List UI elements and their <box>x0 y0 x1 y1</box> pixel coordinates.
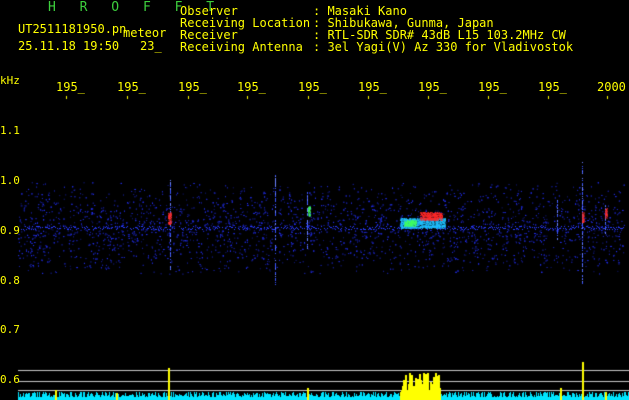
x-tick: 195_ <box>418 80 447 94</box>
y-axis-unit: kHz <box>0 74 20 87</box>
y-tick-1-0: 1.0 <box>0 174 20 187</box>
y-tick-1-1: 1.1 <box>0 124 20 137</box>
antenna-value: : 3el Yagi(V) Az 330 for Vladivostok <box>313 40 574 54</box>
x-tick: 195_ <box>117 80 146 94</box>
x-tick: 2000 <box>597 80 626 94</box>
y-tick-0-7: 0.7 <box>0 323 20 336</box>
x-tick: 195_ <box>237 80 266 94</box>
y-tick-0-6: 0.6 <box>0 373 20 386</box>
detection-count: 23_ <box>140 39 162 53</box>
filename: UT2511181950.pn <box>18 22 127 36</box>
antenna-label: Receiving Antenna <box>180 40 303 54</box>
spectrogram <box>0 0 629 400</box>
filename-suffix: meteor <box>123 26 167 40</box>
y-tick-0-8: 0.8 <box>0 274 20 287</box>
x-tick: 195_ <box>178 80 207 94</box>
datetime: 25.11.18 19:50 <box>18 39 120 53</box>
x-tick: 195_ <box>478 80 507 94</box>
y-tick-0-9: 0.9 <box>0 224 20 237</box>
x-tick: 195_ <box>298 80 327 94</box>
x-tick: 195_ <box>538 80 567 94</box>
x-tick: 195_ <box>358 80 387 94</box>
x-tick: 195_ <box>56 80 85 94</box>
